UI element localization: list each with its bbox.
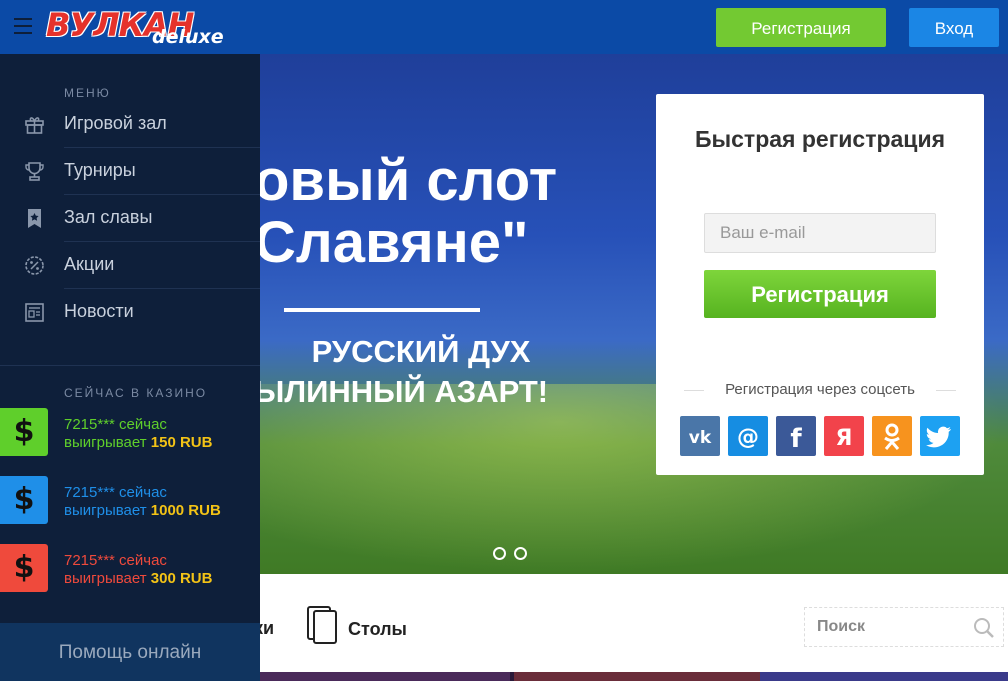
sidebar-item-label: Зал славы [64, 207, 153, 227]
svg-text:@: @ [737, 425, 759, 450]
facebook-icon[interactable]: f [776, 416, 816, 456]
trophy-icon [25, 162, 44, 181]
logo-sub-text: deluxe [152, 26, 224, 48]
yandex-icon[interactable]: Я [824, 416, 864, 456]
winner-user: 7215*** сейчас [64, 552, 167, 569]
dollar-icon: $ [0, 476, 48, 524]
winners-list: $ 7215*** сейчас выигрывает 150 RUB $ 72… [0, 408, 260, 612]
bookmark-star-icon [28, 209, 41, 228]
sidebar-item-news[interactable]: Новости [0, 289, 260, 336]
slider-dot[interactable] [514, 547, 527, 560]
sidebar-item-game-hall[interactable]: Игровой зал [0, 101, 260, 148]
banner-subtitle: РУССКИЙ ДУХ ЫЛИННЫЙ АЗАРТ! [254, 332, 574, 412]
vk-icon[interactable]: vk [680, 416, 720, 456]
banner-subtitle-line: ЫЛИННЫЙ АЗАРТ! [254, 374, 549, 409]
search-icon[interactable] [973, 617, 995, 639]
sidebar-divider [0, 365, 260, 366]
search-input[interactable] [805, 608, 965, 646]
top-bar: ВУЛКАН deluxe Регистрация Вход [0, 0, 1008, 54]
dollar-icon: $ [0, 408, 48, 456]
sidebar-item-label: Акции [64, 254, 115, 274]
winner-line: выигрывает 300 RUB [64, 570, 212, 587]
newspaper-icon [25, 303, 44, 322]
sidebar-item-label: Турниры [64, 160, 136, 180]
dollar-icon: $ [0, 544, 48, 592]
banner-subtitle-line: РУССКИЙ ДУХ [311, 334, 531, 369]
winner-wins-text: выигрывает [64, 502, 147, 519]
sidebar: МЕНЮ Игровой зал Турниры Зал славы Акции… [0, 54, 260, 681]
odnoklassniki-icon[interactable] [872, 416, 912, 456]
banner-title-line: Славяне" [254, 210, 529, 275]
cards-icon [305, 606, 341, 646]
login-button[interactable]: Вход [909, 8, 999, 47]
logo[interactable]: ВУЛКАН deluxe [46, 6, 226, 52]
banner-title: овый слот Славяне" [254, 150, 557, 274]
sidebar-item-tournaments[interactable]: Турниры [0, 148, 260, 195]
hamburger-menu-icon[interactable] [14, 18, 36, 36]
winner-amount: 1000 RUB [150, 502, 221, 519]
winner-item: $ 7215*** сейчас выигрывает 150 RUB [0, 408, 260, 476]
winner-wins-text: выигрывает [64, 434, 147, 451]
online-help-button[interactable]: Помощь онлайн [0, 623, 260, 681]
casino-now-title: СЕЙЧАС В КАЗИНО [64, 386, 208, 400]
winner-user: 7215*** сейчас [64, 484, 167, 501]
social-register-label: Регистрация через соцсеть [684, 381, 956, 398]
sidebar-menu: Игровой зал Турниры Зал славы Акции Ново… [0, 101, 260, 336]
winner-item: $ 7215*** сейчас выигрывает 1000 RUB [0, 476, 260, 544]
percent-badge-icon [25, 256, 44, 275]
sidebar-item-label: Игровой зал [64, 113, 167, 133]
register-button[interactable]: Регистрация [716, 8, 886, 47]
winner-amount: 300 RUB [150, 570, 213, 587]
winner-item: $ 7215*** сейчас выигрывает 300 RUB [0, 544, 260, 612]
mail-ru-icon[interactable]: @ [728, 416, 768, 456]
winner-amount: 150 RUB [150, 434, 213, 451]
quick-register-button[interactable]: Регистрация [704, 270, 936, 318]
sidebar-item-hall-of-fame[interactable]: Зал славы [0, 195, 260, 242]
winner-line: выигрывает 1000 RUB [64, 502, 221, 519]
category-tab-label: Столы [348, 619, 407, 639]
banner-divider [284, 308, 480, 312]
twitter-icon[interactable] [920, 416, 960, 456]
search-box[interactable] [804, 607, 1004, 647]
winner-user: 7215*** сейчас [64, 416, 167, 433]
slider-dot[interactable] [493, 547, 506, 560]
winner-wins-text: выигрывает [64, 570, 147, 587]
menu-section-title: МЕНЮ [64, 86, 111, 100]
gift-icon [25, 117, 44, 134]
svg-text:vk: vk [689, 428, 712, 448]
svg-text:Я: Я [836, 426, 853, 451]
svg-text:f: f [790, 424, 802, 454]
banner-title-line: овый слот [254, 148, 558, 213]
email-field[interactable] [704, 213, 936, 253]
quick-registration-card: Быстрая регистрация Регистрация Регистра… [656, 94, 984, 475]
sidebar-item-label: Новости [64, 301, 134, 321]
winner-line: выигрывает 150 RUB [64, 434, 212, 451]
sidebar-item-promotions[interactable]: Акции [0, 242, 260, 289]
quick-registration-title: Быстрая регистрация [694, 126, 946, 152]
slider-dots [493, 545, 535, 564]
